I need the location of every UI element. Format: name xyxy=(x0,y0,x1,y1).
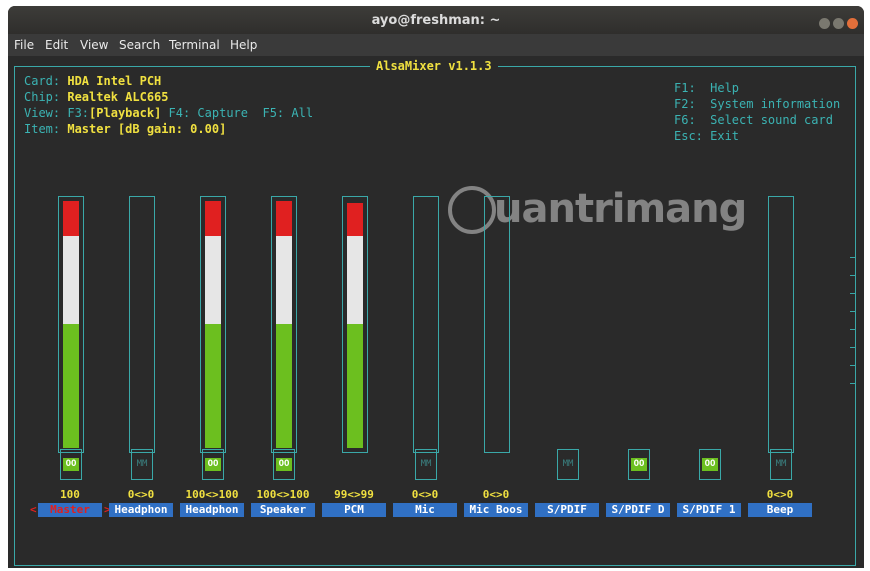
mute-state: OO xyxy=(276,458,292,471)
item-line: Item: Master [dB gain: 0.00] xyxy=(24,122,227,136)
volume-value: 0<>0 xyxy=(482,488,510,501)
level-fill xyxy=(276,324,292,448)
mute-toggle[interactable]: MM xyxy=(415,449,437,480)
terminal-area[interactable]: AlsaMixer v1.1.3 Card: HDA Intel PCH Chi… xyxy=(8,56,864,568)
volume-slider[interactable] xyxy=(768,196,794,453)
title-bar[interactable]: ayo@freshman: ~ xyxy=(8,6,864,34)
channel-name[interactable]: Headphon xyxy=(180,503,244,517)
mute-toggle[interactable]: OO xyxy=(60,449,82,480)
maximize-icon[interactable] xyxy=(833,18,844,29)
mute-toggle[interactable]: OO xyxy=(273,449,295,480)
terminal-window: ayo@freshman: ~ File Edit View Search Te… xyxy=(8,6,864,568)
volume-slider[interactable] xyxy=(200,196,226,453)
volume-value: 99<>99 xyxy=(334,488,374,501)
mute-state: OO xyxy=(702,458,718,471)
key-help-f2: F2: System information xyxy=(674,97,841,111)
level-fill xyxy=(63,201,79,236)
level-fill xyxy=(347,203,363,236)
mute-toggle[interactable]: MM xyxy=(557,449,579,480)
level-fill xyxy=(205,201,221,236)
level-fill xyxy=(276,236,292,324)
level-fill xyxy=(63,324,79,448)
channel-name[interactable]: S/PDIF D xyxy=(606,503,670,517)
menu-file[interactable]: File xyxy=(14,38,34,52)
channel-name[interactable]: Speaker xyxy=(251,503,315,517)
channel-name[interactable]: Master xyxy=(38,503,102,517)
chip-line: Chip: Realtek ALC665 xyxy=(24,90,169,104)
volume-value: 0<>0 xyxy=(411,488,439,501)
key-help: F1: Help F2: System information F6: Sele… xyxy=(674,80,840,144)
mute-toggle[interactable]: OO xyxy=(699,449,721,480)
volume-value: 100<>100 xyxy=(185,488,239,501)
app-title: AlsaMixer v1.1.3 xyxy=(370,59,498,73)
channel-name[interactable]: Mic xyxy=(393,503,457,517)
level-fill xyxy=(205,236,221,324)
minimize-icon[interactable] xyxy=(819,18,830,29)
key-help-f6: F6: Select sound card xyxy=(674,113,833,127)
mute-state: MM xyxy=(775,459,787,469)
menu-view[interactable]: View xyxy=(80,38,108,52)
watermark: uantrimang xyxy=(494,186,747,232)
channel-name[interactable]: S/PDIF xyxy=(535,503,599,517)
volume-value: 0<>0 xyxy=(127,488,155,501)
volume-slider[interactable] xyxy=(271,196,297,453)
level-fill xyxy=(63,236,79,324)
mute-toggle[interactable]: OO xyxy=(628,449,650,480)
view-line: View: F3:[Playback] F4: Capture F5: All xyxy=(24,106,314,120)
volume-slider[interactable] xyxy=(129,196,155,453)
mute-toggle[interactable]: OO xyxy=(202,449,224,480)
mute-state: OO xyxy=(63,458,79,471)
window-title: ayo@freshman: ~ xyxy=(371,13,501,28)
volume-value: 100 xyxy=(60,488,80,501)
mute-toggle[interactable]: MM xyxy=(770,449,792,480)
selection-arrow-left: < xyxy=(30,503,37,516)
mute-state: MM xyxy=(136,459,148,469)
menu-edit[interactable]: Edit xyxy=(45,38,68,52)
volume-slider[interactable] xyxy=(342,196,368,453)
mute-state: OO xyxy=(205,458,221,471)
mute-toggle[interactable]: MM xyxy=(131,449,153,480)
level-fill xyxy=(205,324,221,448)
menu-bar: File Edit View Search Terminal Help xyxy=(8,34,864,56)
channel-name[interactable]: Headphon xyxy=(109,503,173,517)
volume-slider[interactable] xyxy=(484,196,510,453)
volume-slider[interactable] xyxy=(413,196,439,453)
volume-slider[interactable] xyxy=(58,196,84,453)
key-help-f1: F1: Help xyxy=(674,81,740,95)
close-icon[interactable] xyxy=(847,18,858,29)
level-fill xyxy=(347,324,363,448)
level-fill xyxy=(347,236,363,324)
channel-name[interactable]: Mic Boos xyxy=(464,503,528,517)
menu-search[interactable]: Search xyxy=(119,38,160,52)
card-line: Card: HDA Intel PCH xyxy=(24,74,162,88)
menu-terminal[interactable]: Terminal xyxy=(169,38,220,52)
key-help-esc: Esc: Exit xyxy=(674,129,740,143)
mute-state: MM xyxy=(420,459,432,469)
channel-name[interactable]: Beep xyxy=(748,503,812,517)
mute-state: OO xyxy=(631,458,647,471)
channel-name[interactable]: S/PDIF 1 xyxy=(677,503,741,517)
level-fill xyxy=(276,201,292,236)
window-controls xyxy=(816,14,858,33)
volume-value: 0<>0 xyxy=(766,488,794,501)
menu-help[interactable]: Help xyxy=(230,38,257,52)
mute-state: MM xyxy=(562,459,574,469)
volume-value: 100<>100 xyxy=(256,488,310,501)
channel-name[interactable]: PCM xyxy=(322,503,386,517)
